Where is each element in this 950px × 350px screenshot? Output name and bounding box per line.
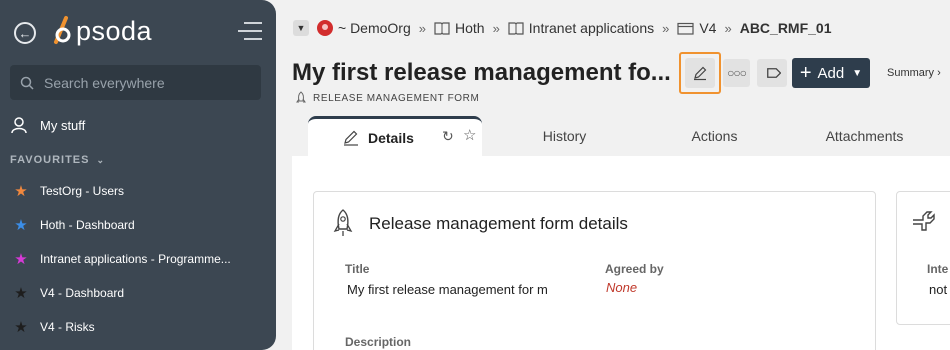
tab-attachments[interactable]: Attachments [807,116,922,156]
favourite-label: V4 - Dashboard [40,286,125,300]
tab-label: Attachments [825,128,904,144]
tab-bar: Details ↻ ☆ History Actions Attachments [292,116,950,156]
tab-details[interactable]: Details [308,116,482,156]
favourite-label: Intranet applications - Programme... [40,252,231,266]
description-label: Description [345,335,412,349]
breadcrumb-item-demoorg[interactable]: ~ DemoOrg [317,20,411,36]
side-card-label: Inte [927,262,949,276]
my-stuff-label: My stuff [40,117,86,133]
favourites-header[interactable]: FAVOURITES ⌄ [10,154,105,166]
favourite-item[interactable]: ★ Intranet applications - Programme... [10,242,270,276]
favourite-item[interactable]: ★ V4 - Dashboard [10,276,270,310]
tab-label: Details [368,129,414,146]
wrench-icon [913,211,935,231]
search-icon [20,76,34,90]
title-field-value: My first release management for m [347,282,548,297]
tab-history[interactable]: History [507,116,622,156]
breadcrumb-separator: » [418,20,426,36]
search-input[interactable] [44,74,244,91]
breadcrumb-separator: » [492,20,500,36]
breadcrumb-label: V4 [699,20,717,36]
arrow-left-icon: ← [18,25,32,41]
star-icon: ★ [14,319,28,336]
logo[interactable]: psoda [48,14,152,48]
breadcrumb-item-intranet[interactable]: Intranet applications [508,20,654,36]
rocket-icon [296,91,306,103]
ellipsis-icon: ○○○ [727,66,747,80]
logo-text: psoda [76,15,153,46]
star-icon: ★ [14,183,28,200]
chevron-down-icon: ⌄ [96,155,106,165]
breadcrumb-label: Hoth [454,20,485,36]
favourite-item[interactable]: ★ TestOrg - Users [10,174,270,208]
favourite-label: V4 - Risks [40,320,95,334]
favourites-list: ★ TestOrg - Users ★ Hoth - Dashboard ★ I… [10,174,270,344]
breadcrumb-separator: » [724,20,732,36]
side-card-value: not [929,282,948,297]
back-button[interactable]: ← [14,22,36,44]
tab-actions[interactable]: Actions [657,116,772,156]
breadcrumb-item-hoth[interactable]: Hoth [434,20,485,36]
page-title: My first release management fo... [292,59,671,86]
breadcrumb-label: ~ DemoOrg [338,20,411,36]
card-title: Release management form details [369,214,628,233]
star-outline-icon[interactable]: ☆ [463,126,476,144]
pencil-icon [344,130,358,146]
summary-link[interactable]: Summary › [887,67,941,79]
psoda-logo-icon [48,14,74,48]
breadcrumb-item-v4[interactable]: V4 [677,20,716,36]
agreed-by-value: None [606,280,638,295]
side-card: Inte not [896,191,950,325]
chevron-down-icon: ▼ [296,23,306,33]
star-icon: ★ [14,217,28,234]
favourite-item[interactable]: ★ V4 - Risks [10,310,270,344]
breadcrumb-separator: » [662,20,670,36]
tag-icon [767,68,781,78]
tab-label: Actions [691,128,738,144]
my-stuff-link[interactable]: My stuff [10,116,85,134]
tag-button[interactable] [757,59,787,87]
collapse-sidebar-button[interactable] [238,20,262,42]
plus-icon: + [799,62,812,84]
tab-label: History [542,128,587,144]
agreed-by-label: Agreed by [605,262,664,276]
title-field-label: Title [345,262,370,276]
org-avatar-icon [317,20,333,36]
add-button[interactable]: + Add ▼ [792,58,870,88]
pencil-icon [694,66,707,81]
book-icon [434,22,450,35]
favourite-item[interactable]: ★ Hoth - Dashboard [10,208,270,242]
add-button-label: Add [817,64,845,82]
favourite-label: Hoth - Dashboard [40,218,135,232]
sidebar: ← psoda My stuff FAVOURITES ⌄ [0,0,276,350]
form-type-label: RELEASE MANAGEMENT FORM [295,91,479,105]
more-options-button[interactable]: ○○○ [723,59,750,87]
search-box[interactable] [10,65,261,100]
breadcrumb-label: ABC_RMF_01 [739,20,832,36]
book-icon [508,22,524,35]
refresh-icon[interactable]: ↻ [442,128,454,145]
user-icon [11,117,27,134]
details-card: Release management form details Title My… [313,191,876,350]
breadcrumb-item-current: ABC_RMF_01 [740,20,832,36]
window-icon [677,22,694,35]
rocket-icon [333,209,353,236]
breadcrumb: ▼ ~ DemoOrg » Hoth » Intranet applicatio… [293,20,832,36]
star-icon: ★ [14,285,28,302]
main-panel: Release management form details Title My… [292,156,950,350]
breadcrumb-label: Intranet applications [528,20,655,36]
edit-button[interactable] [679,52,721,94]
breadcrumb-toggle[interactable]: ▼ [293,20,309,36]
favourite-label: TestOrg - Users [40,184,125,198]
form-type-text: RELEASE MANAGEMENT FORM [313,92,480,104]
chevron-down-icon: ▼ [852,67,863,79]
star-icon: ★ [14,251,28,268]
favourites-header-label: FAVOURITES [10,154,90,166]
